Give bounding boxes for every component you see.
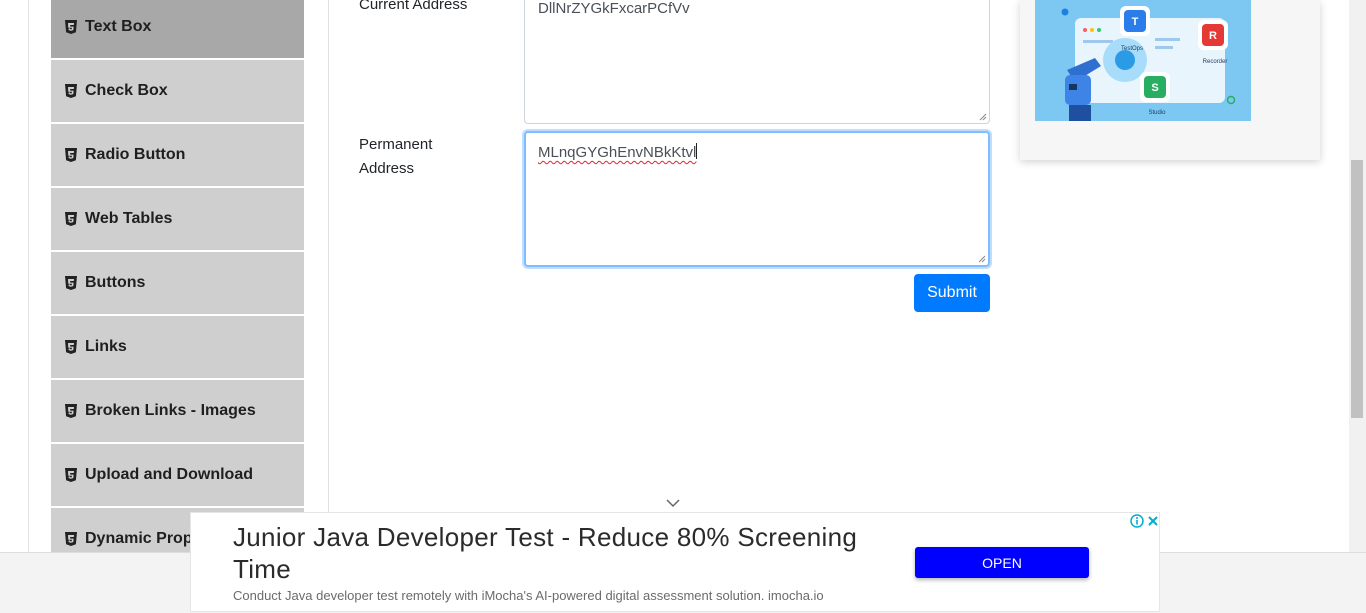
sidebar-item-web-tables[interactable]: Web Tables <box>51 188 304 250</box>
sidebar-item-radio-button[interactable]: Radio Button <box>51 124 304 186</box>
html5-icon <box>65 212 77 226</box>
html5-icon <box>65 404 77 418</box>
ad-close-icon[interactable] <box>1146 514 1160 528</box>
promo-label-studio: Studio <box>1148 110 1166 116</box>
text-caret <box>696 143 698 159</box>
ad-description[interactable]: Conduct Java developer test remotely wit… <box>233 588 824 603</box>
ad-headline[interactable]: Junior Java Developer Test - Reduce 80% … <box>233 521 893 585</box>
promo-card[interactable]: T TestOps R Recorder S Studio <box>1020 0 1320 160</box>
sidebar-item-label: Web Tables <box>85 210 173 227</box>
permanent-address-field[interactable]: MLnqGYGhEnvNBkKtvl <box>524 131 990 267</box>
svg-text:R: R <box>1209 30 1217 42</box>
permanent-address-value: MLnqGYGhEnvNBkKtvl <box>538 144 697 161</box>
ad-banner[interactable]: Junior Java Developer Test - Reduce 80% … <box>190 512 1160 612</box>
sidebar-item-label: Radio Button <box>85 146 186 163</box>
sidebar-item-label: Check Box <box>85 82 168 99</box>
permanent-address-label-line1: Permanent <box>359 136 433 153</box>
svg-text:S: S <box>1151 82 1158 94</box>
html5-icon <box>65 340 77 354</box>
html5-icon <box>65 148 77 162</box>
sidebar-item-upload-download[interactable]: Upload and Download <box>51 444 304 506</box>
sidebar-item-label: Upload and Download <box>85 466 253 483</box>
current-address-label: Current Address <box>359 0 468 13</box>
sidebar-menu: Text Box Check Box Radio Button Web Tabl… <box>51 0 304 552</box>
sidebar-item-check-box[interactable]: Check Box <box>51 60 304 122</box>
scrollbar-thumb[interactable] <box>1351 160 1363 418</box>
ad-info-icon[interactable] <box>1130 514 1144 528</box>
resize-grip-icon[interactable] <box>979 113 987 121</box>
chevron-down-icon[interactable] <box>666 498 680 508</box>
sidebar-item-label: Text Box <box>85 18 152 35</box>
sidebar-item-text-box[interactable]: Text Box <box>51 0 304 58</box>
promo-label-recorder: Recorder <box>1203 59 1228 65</box>
html5-icon <box>65 532 77 546</box>
svg-text:T: T <box>1132 16 1139 28</box>
page-left-border <box>28 0 29 552</box>
permanent-address-label-line2: Address <box>359 160 415 177</box>
ad-open-button[interactable]: OPEN <box>915 547 1089 578</box>
html5-icon <box>65 276 77 290</box>
sidebar-item-links[interactable]: Links <box>51 316 304 378</box>
sidebar-item-label: Buttons <box>85 274 146 291</box>
permanent-address-label: Permanent Address <box>359 133 432 181</box>
sidebar-item-label: Links <box>85 338 127 355</box>
content-divider <box>328 0 329 552</box>
html5-icon <box>65 84 77 98</box>
current-address-value: DllNrZYGkFxcarPCfVv <box>538 0 690 17</box>
resize-grip-icon[interactable] <box>978 255 986 263</box>
html5-icon <box>65 20 77 34</box>
current-address-field[interactable]: DllNrZYGkFxcarPCfVv <box>524 0 990 124</box>
sidebar-item-buttons[interactable]: Buttons <box>51 252 304 314</box>
submit-button[interactable]: Submit <box>914 274 990 312</box>
promo-label-testops: TestOps <box>1121 46 1143 52</box>
promo-illustration[interactable]: T TestOps R Recorder S Studio <box>1035 0 1251 121</box>
html5-icon <box>65 468 77 482</box>
sidebar-item-label: Broken Links - Images <box>85 402 256 419</box>
sidebar-item-broken-links[interactable]: Broken Links - Images <box>51 380 304 442</box>
